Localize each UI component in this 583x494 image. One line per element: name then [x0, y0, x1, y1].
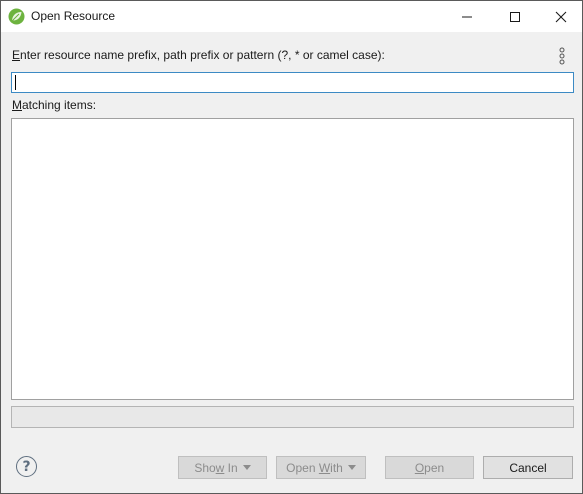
text-caret	[15, 75, 16, 90]
search-label-mnemonic: E	[12, 48, 21, 62]
open-resource-dialog: Open Resource Enter resource name prefix…	[0, 0, 583, 494]
matching-items-label: Matching items:	[12, 98, 96, 112]
show-in-button[interactable]: Show In	[178, 456, 267, 479]
open-label-post: pen	[424, 460, 445, 475]
window-title: Open Resource	[31, 9, 116, 23]
open-button[interactable]: Open	[385, 456, 474, 479]
cancel-label: Cancel	[509, 460, 547, 475]
maximize-button[interactable]	[492, 1, 538, 32]
open-label-mnemonic: O	[414, 460, 425, 475]
search-label: Enter resource name prefix, path prefix …	[12, 48, 385, 62]
open-with-label-post: ith	[330, 460, 343, 475]
show-in-label-pre: Sho	[194, 460, 216, 475]
open-label: Open	[415, 461, 444, 475]
open-with-label: Open With	[286, 461, 343, 475]
matching-items-list[interactable]	[11, 118, 574, 400]
cancel-button[interactable]: Cancel	[483, 456, 573, 479]
dropdown-arrow-icon	[347, 465, 356, 470]
minimize-button[interactable]	[444, 1, 490, 32]
view-menu-icon[interactable]	[557, 47, 567, 65]
show-in-label: Show In	[194, 461, 237, 475]
maximize-icon	[510, 11, 520, 22]
search-label-text: nter resource name prefix, path prefix o…	[20, 48, 385, 62]
close-icon	[555, 11, 567, 22]
status-bar	[11, 406, 574, 428]
open-with-button[interactable]: Open With	[276, 456, 366, 479]
search-input[interactable]	[11, 72, 574, 93]
open-with-label-pre: Open	[286, 460, 319, 475]
matching-label-text: atching items:	[22, 98, 97, 112]
close-button[interactable]	[538, 1, 583, 32]
open-with-label-mnemonic: W	[318, 460, 331, 475]
matching-label-mnemonic: M	[12, 98, 22, 112]
help-icon: ?	[22, 458, 31, 475]
dropdown-arrow-icon	[242, 465, 251, 470]
title-bar[interactable]: Open Resource	[1, 1, 582, 32]
show-in-label-post: In	[224, 460, 238, 475]
minimize-icon	[462, 16, 472, 17]
spring-leaf-icon	[8, 8, 25, 25]
help-button[interactable]: ?	[16, 456, 37, 477]
